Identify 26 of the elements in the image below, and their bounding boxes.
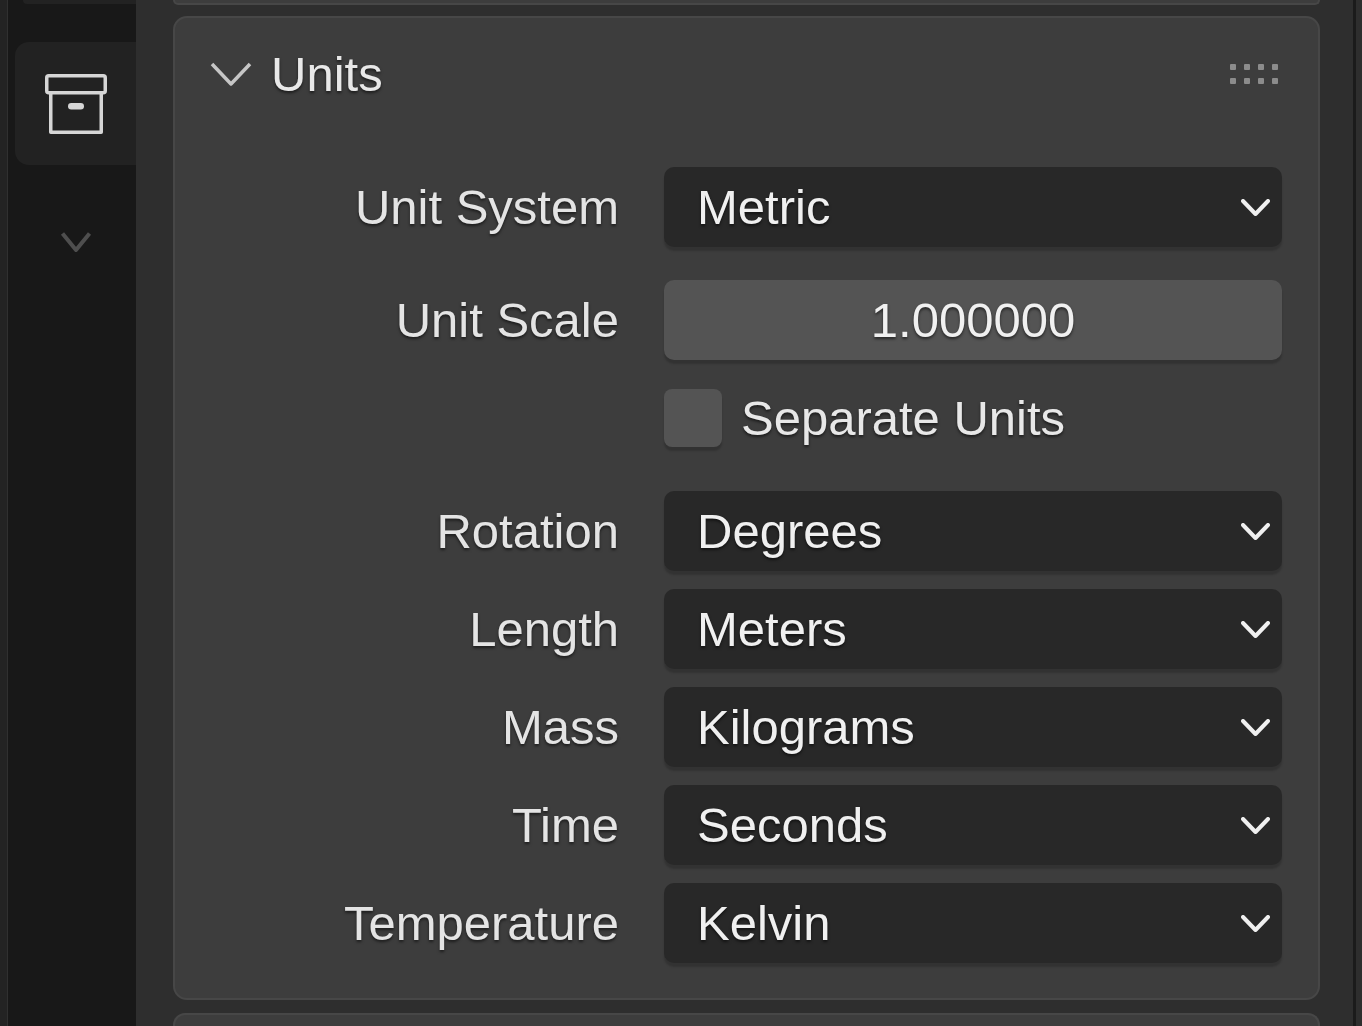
panel-title[interactable]: Units bbox=[271, 46, 383, 102]
dropdown[interactable]: Degrees bbox=[664, 491, 1282, 571]
dropdown[interactable]: Seconds bbox=[664, 785, 1282, 865]
field-label: Mass bbox=[501, 699, 619, 755]
field-label: Unit Scale bbox=[395, 292, 619, 348]
chevron-down-icon bbox=[1241, 198, 1270, 216]
dropdown[interactable]: Meters bbox=[664, 589, 1282, 669]
chevron-down-icon bbox=[1241, 620, 1270, 638]
chevron-down-icon bbox=[1241, 718, 1270, 736]
chevron-down-icon bbox=[1241, 914, 1270, 932]
grip-dots-icon[interactable] bbox=[1230, 64, 1278, 84]
chevron-down-icon bbox=[1241, 816, 1270, 834]
field-label: Rotation bbox=[436, 503, 619, 559]
number-field[interactable]: 1.000000 bbox=[664, 280, 1282, 360]
checkbox[interactable] bbox=[664, 389, 722, 447]
chevron-down-icon bbox=[1241, 522, 1270, 540]
checkbox-label[interactable]: Separate Units bbox=[741, 390, 1066, 446]
dropdown[interactable]: Metric bbox=[664, 167, 1282, 247]
field-label: Time bbox=[511, 797, 619, 853]
sidebar-tab[interactable] bbox=[15, 42, 136, 165]
dropdown[interactable]: Kelvin bbox=[664, 883, 1282, 963]
field-label: Temperature bbox=[343, 895, 619, 951]
field-label: Length bbox=[469, 601, 619, 657]
field-label: Unit System bbox=[354, 179, 619, 235]
dropdown[interactable]: Kilograms bbox=[664, 687, 1282, 767]
archive-box-icon bbox=[44, 73, 107, 134]
